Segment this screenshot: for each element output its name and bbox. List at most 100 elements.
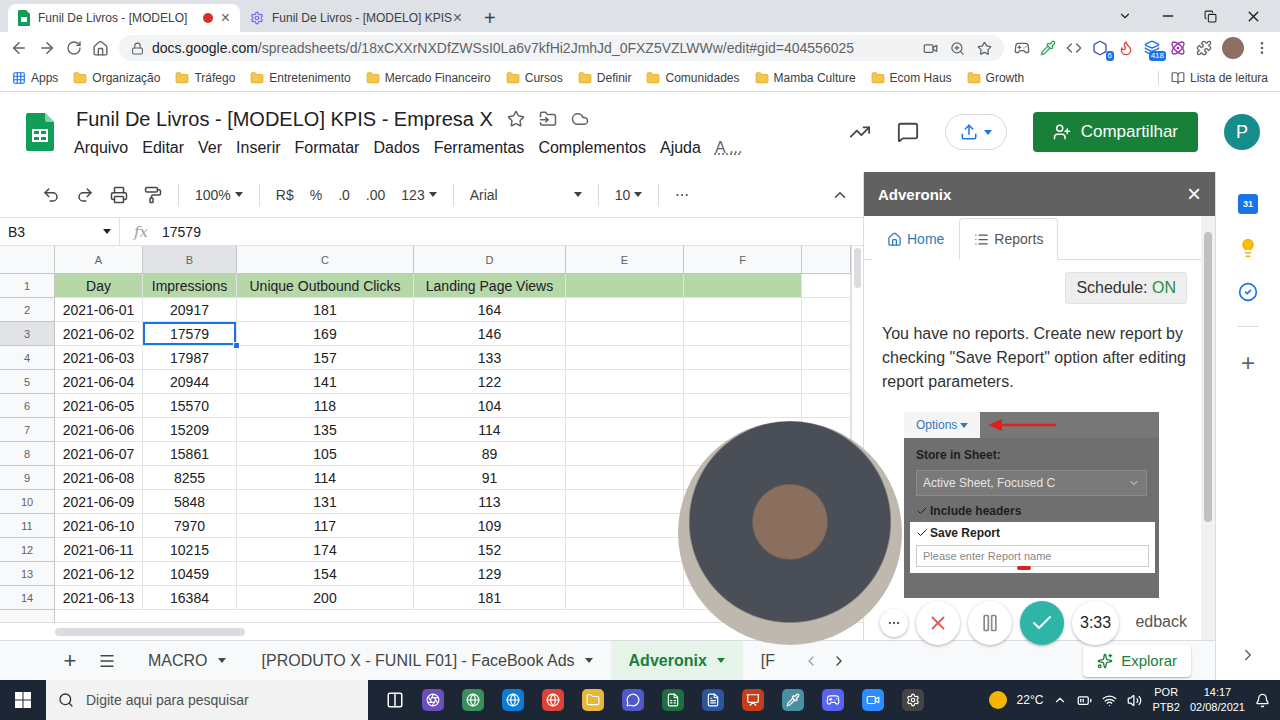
add-sheet-button[interactable]: + <box>50 650 90 672</box>
row-header[interactable]: 8 <box>0 442 55 466</box>
table-cell[interactable]: 2021-06-04 <box>55 370 143 394</box>
task-view-icon[interactable] <box>386 691 404 709</box>
start-button[interactable] <box>0 692 46 708</box>
taskbar-app[interactable] <box>862 689 884 711</box>
recorder-more-button[interactable] <box>880 609 908 637</box>
table-cell[interactable] <box>566 466 684 490</box>
table-cell[interactable]: Day <box>55 274 143 298</box>
browser-tab[interactable]: Funil De Livros - [MODELO] × <box>8 4 240 32</box>
extensions-icon[interactable] <box>1196 40 1212 56</box>
menu-item[interactable]: Dados <box>373 139 419 157</box>
scroll-right-icon[interactable] <box>831 653 847 669</box>
table-cell[interactable]: 2021-06-11 <box>55 538 143 562</box>
row-header[interactable]: 7 <box>0 418 55 442</box>
table-cell[interactable] <box>566 562 684 586</box>
column-header[interactable]: B <box>143 246 237 274</box>
table-cell[interactable]: 20917 <box>143 298 237 322</box>
table-cell[interactable] <box>566 442 684 466</box>
table-cell[interactable] <box>566 394 684 418</box>
table-cell[interactable] <box>566 274 684 298</box>
account-avatar[interactable]: P <box>1224 114 1260 150</box>
menu-item[interactable]: Arquivo <box>74 139 128 157</box>
table-cell[interactable]: 157 <box>237 346 414 370</box>
forward-icon[interactable] <box>38 39 56 57</box>
table-cell[interactable]: 133 <box>414 346 566 370</box>
table-cell[interactable]: 2021-06-06 <box>55 418 143 442</box>
sheet-tab[interactable]: MACRO <box>130 641 244 681</box>
table-cell[interactable] <box>566 514 684 538</box>
home-icon[interactable] <box>92 40 109 57</box>
table-cell[interactable]: 154 <box>237 562 414 586</box>
move-icon[interactable] <box>539 110 557 128</box>
font-size-select[interactable]: 10 <box>615 187 643 203</box>
table-cell[interactable] <box>566 418 684 442</box>
bookmark-folder[interactable]: Comunidades <box>646 71 739 85</box>
table-cell[interactable] <box>684 298 802 322</box>
battery-icon[interactable] <box>1077 693 1092 708</box>
row-header[interactable]: 13 <box>0 562 55 586</box>
undo-icon[interactable] <box>42 186 60 204</box>
recorder-finish-button[interactable] <box>1020 601 1064 645</box>
table-cell[interactable]: 8255 <box>143 466 237 490</box>
comments-icon[interactable] <box>897 121 919 143</box>
recorder-cancel-button[interactable] <box>916 601 960 645</box>
bookmark-folder[interactable]: Entretenimento <box>250 71 350 85</box>
taskbar-app[interactable] <box>662 689 684 711</box>
table-cell[interactable]: Impressions <box>143 274 237 298</box>
row-header[interactable]: 12 <box>0 538 55 562</box>
table-cell[interactable]: 5848 <box>143 490 237 514</box>
column-header[interactable] <box>802 246 851 274</box>
table-cell[interactable]: 2021-06-09 <box>55 490 143 514</box>
table-cell[interactable]: 114 <box>414 418 566 442</box>
table-cell[interactable]: 174 <box>237 538 414 562</box>
minimize-icon[interactable] <box>1160 8 1176 24</box>
collapse-icon[interactable] <box>831 186 849 204</box>
input-language[interactable]: PORPTB2 <box>1152 685 1180 715</box>
table-cell[interactable]: 20944 <box>143 370 237 394</box>
present-button[interactable] <box>945 114 1007 150</box>
taskbar-app[interactable] <box>782 689 804 711</box>
corner-cell[interactable] <box>0 246 55 274</box>
table-cell[interactable]: 2021-06-12 <box>55 562 143 586</box>
table-cell[interactable]: 135 <box>237 418 414 442</box>
table-cell[interactable] <box>566 490 684 514</box>
more-button[interactable]: ⋯ <box>675 187 689 203</box>
table-cell[interactable] <box>566 538 684 562</box>
column-header[interactable]: C <box>237 246 414 274</box>
number-format-select[interactable]: 123 <box>401 187 436 203</box>
reading-list[interactable]: Lista de leitura <box>1158 71 1268 85</box>
schedule-button[interactable]: Schedule: ON <box>1065 272 1187 304</box>
name-box[interactable]: B3 <box>0 218 120 245</box>
currency-button[interactable]: R$ <box>276 187 294 203</box>
activity-icon[interactable] <box>849 121 871 143</box>
redo-icon[interactable] <box>76 186 94 204</box>
table-cell[interactable]: 15570 <box>143 394 237 418</box>
table-cell[interactable] <box>802 370 851 394</box>
table-cell[interactable]: 146 <box>414 322 566 346</box>
url-field[interactable]: docs.google.com/spreadsheets/d/18xCXXrNX… <box>119 35 1004 61</box>
explore-button[interactable]: Explorar <box>1083 645 1191 677</box>
reload-icon[interactable] <box>66 40 82 56</box>
table-cell[interactable]: 2021-06-05 <box>55 394 143 418</box>
browser-menu-icon[interactable] <box>1254 40 1270 56</box>
menu-item[interactable]: Ajuda <box>660 139 701 157</box>
sheet-tab[interactable]: [F <box>743 641 793 681</box>
menu-item[interactable]: A ... <box>715 139 743 157</box>
menu-item[interactable]: Complementos <box>538 139 646 157</box>
menu-item[interactable]: Inserir <box>236 139 280 157</box>
row-header[interactable]: 1 <box>0 274 55 298</box>
camera-icon[interactable] <box>923 41 938 56</box>
scroll-thumb[interactable] <box>55 628 245 636</box>
percent-button[interactable]: % <box>310 187 322 203</box>
table-cell[interactable]: 2021-06-03 <box>55 346 143 370</box>
table-cell[interactable]: 113 <box>414 490 566 514</box>
row-header[interactable]: 4 <box>0 346 55 370</box>
taskbar-app[interactable] <box>462 689 484 711</box>
scroll-left-icon[interactable] <box>803 653 819 669</box>
extension[interactable] <box>1170 40 1186 56</box>
table-cell[interactable] <box>684 394 802 418</box>
weather-icon[interactable] <box>989 691 1007 709</box>
extension[interactable] <box>1040 40 1056 56</box>
zoom-select[interactable]: 100% <box>195 187 243 203</box>
sidebar-scrollbar[interactable] <box>1201 216 1215 640</box>
